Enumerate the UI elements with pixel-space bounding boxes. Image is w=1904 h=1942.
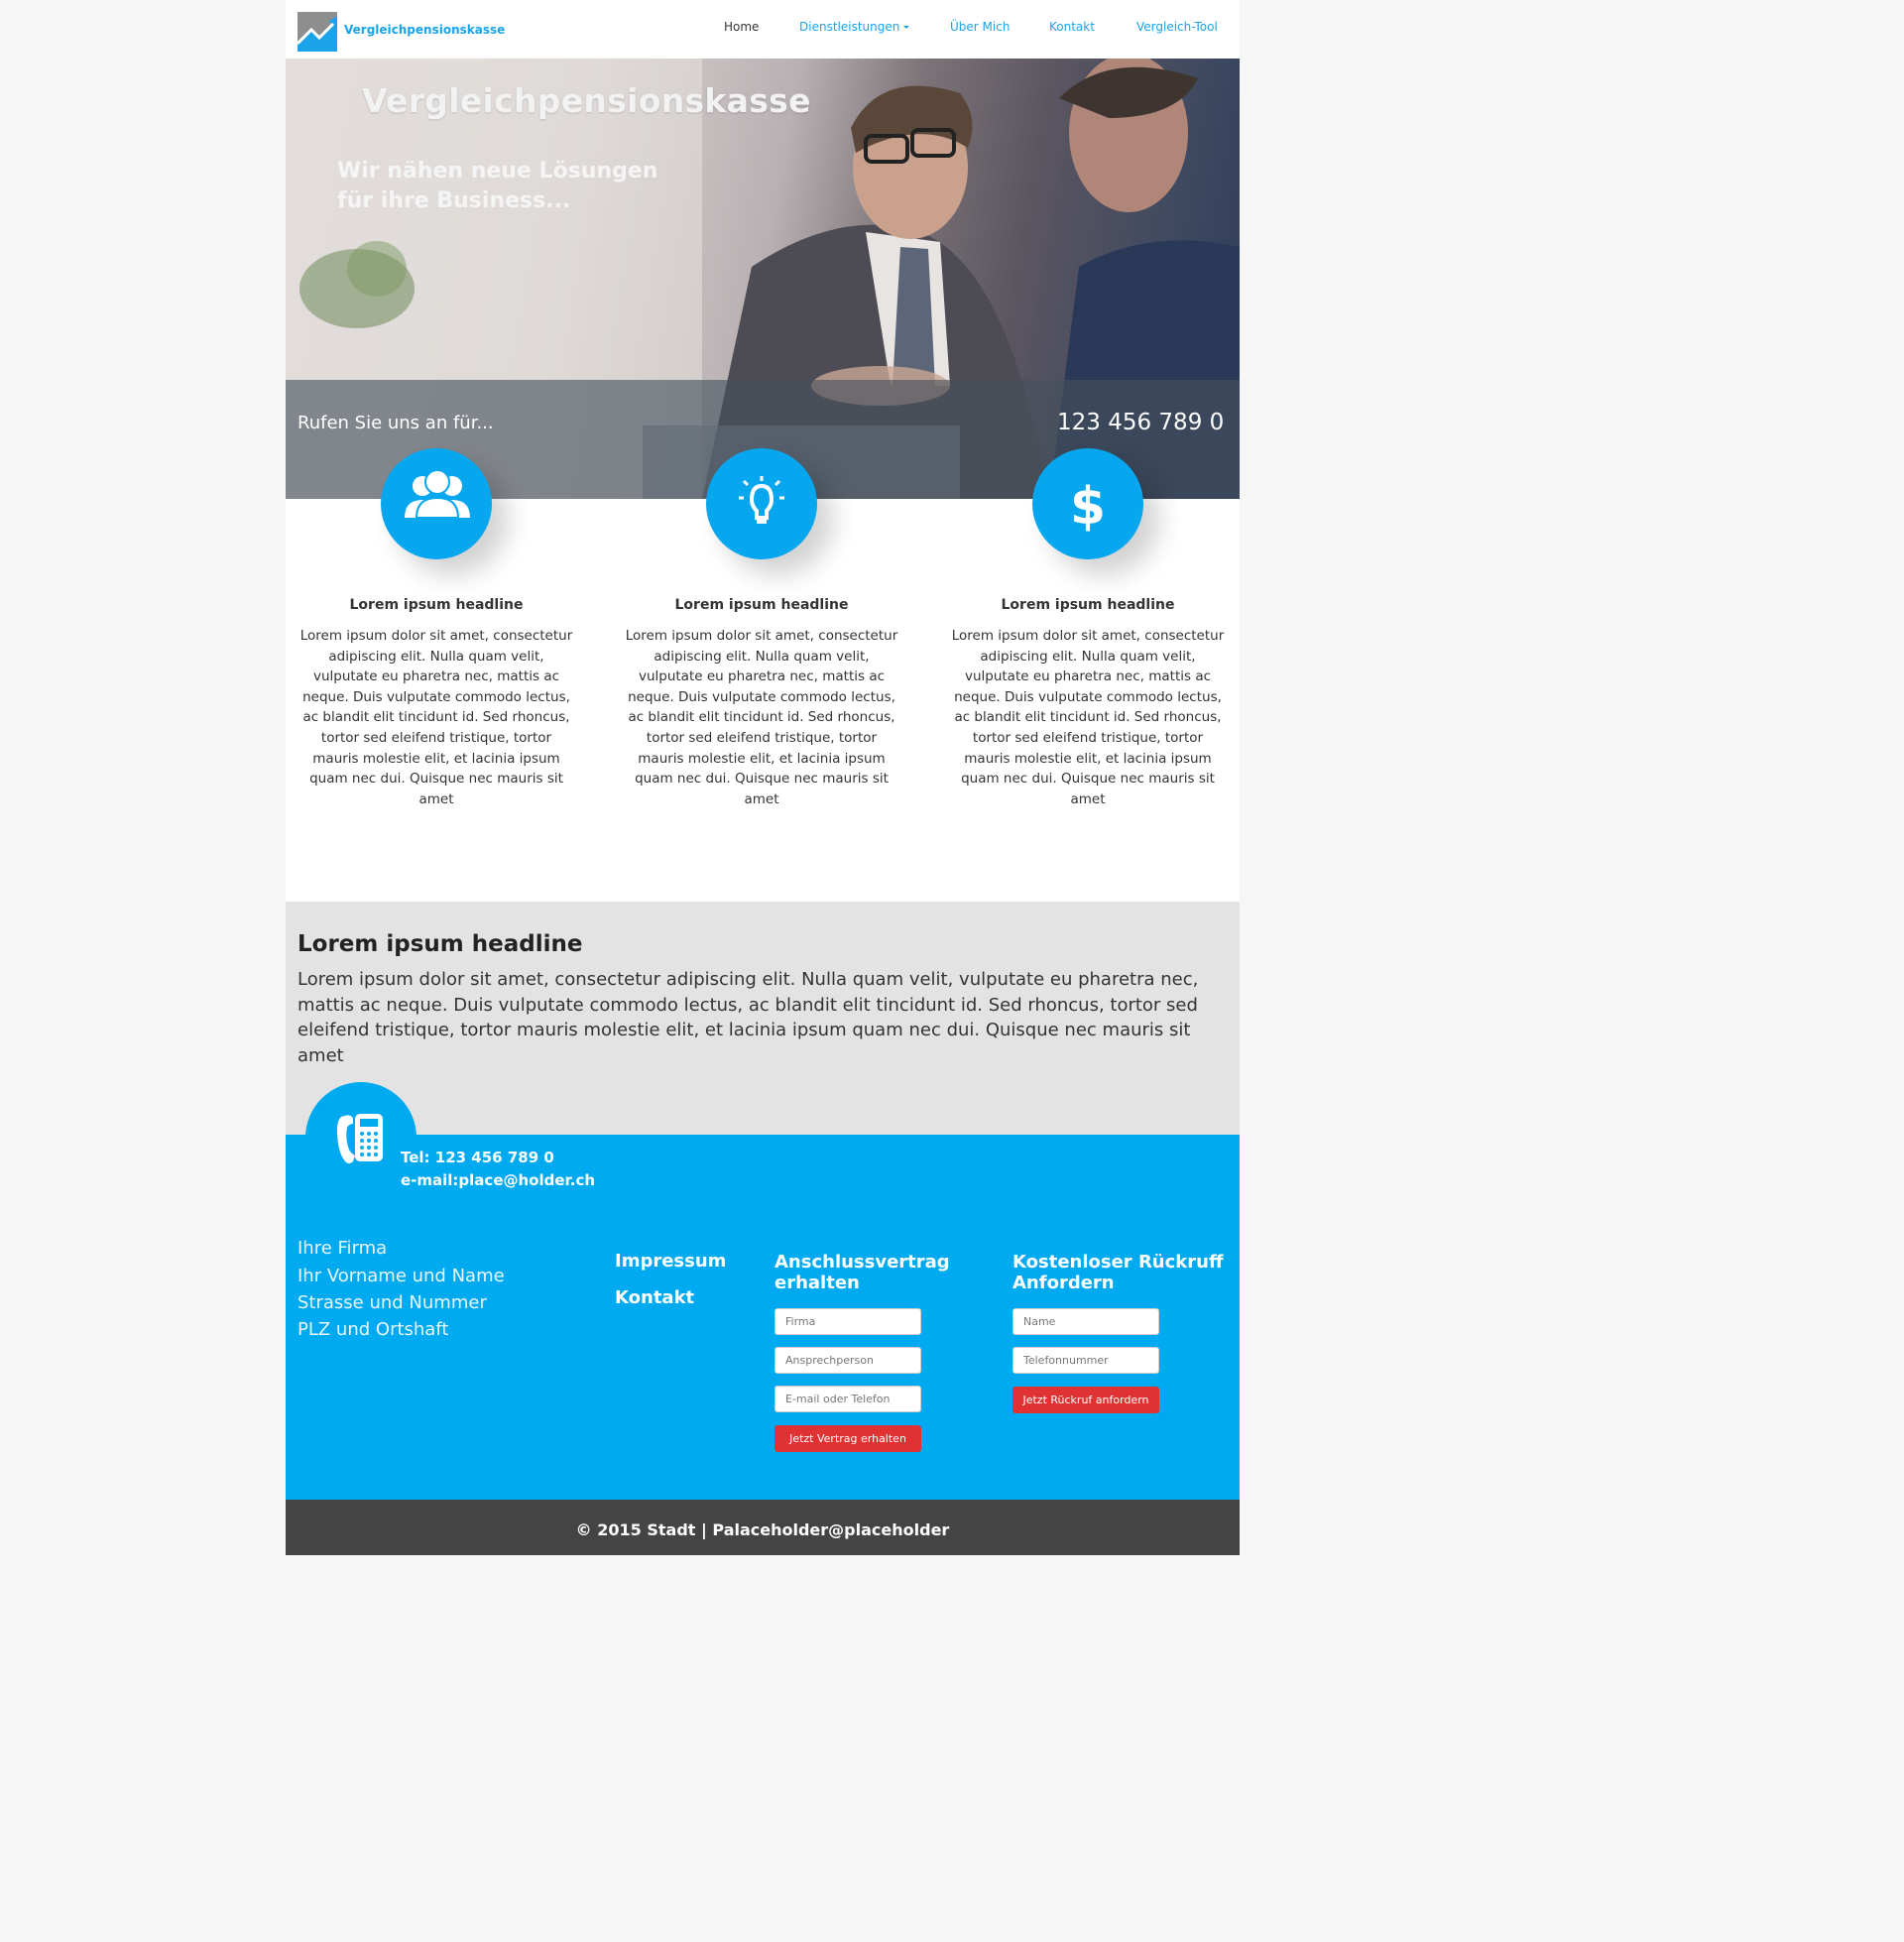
section-headline: Lorem ipsum headline: [298, 931, 583, 957]
call-number[interactable]: 123 456 789 0: [1057, 410, 1224, 435]
address-city: PLZ und Ortshaft: [298, 1319, 449, 1340]
rueckruf-anfordern-button[interactable]: Jetzt Rückruf anfordern: [1012, 1387, 1159, 1413]
page: Vergleichpensionskasse Home Dienstleistu…: [286, 0, 1240, 1555]
footer-link-kontakt[interactable]: Kontakt: [615, 1287, 694, 1308]
nav-dienstleistungen-label: Dienstleistungen: [799, 20, 900, 34]
hero-banner: Vergleichpensionskasse Wir nähen neue Lö…: [286, 59, 1240, 499]
contract-form-title-line-2: erhalten: [774, 1273, 860, 1293]
footer-link-impressum[interactable]: Impressum: [615, 1251, 726, 1272]
call-label: Rufen Sie uns an für...: [298, 413, 494, 433]
contract-form-title-line-1: Anschlussvertrag: [774, 1252, 950, 1273]
copyright: © 2015 Stadt | Palaceholder@placeholder: [575, 1520, 950, 1539]
vertrag-erhalten-button[interactable]: Jetzt Vertrag erhalten: [774, 1425, 921, 1452]
address-company: Ihre Firma: [298, 1238, 388, 1259]
dollar-icon: $: [1032, 448, 1143, 559]
callback-form-title-line-1: Kostenloser Rückruff: [1012, 1252, 1224, 1273]
feature-headline: Lorem ipsum headline: [674, 597, 849, 613]
nav-ueber-mich[interactable]: Über Mich: [950, 20, 1010, 34]
feature-text: Lorem ipsum dolor sit amet, consectetur …: [951, 628, 1225, 807]
nav-home[interactable]: Home: [724, 20, 759, 34]
contract-form-title: Anschlussvertrag erhalten: [774, 1252, 950, 1293]
address-street: Strasse und Nummer: [298, 1292, 487, 1313]
hero-subtitle-line-2: für ihre Business...: [337, 188, 571, 213]
hero-subtitle-line-1: Wir nähen neue Lösungen: [337, 159, 658, 183]
address-name: Ihr Vorname und Name: [298, 1266, 505, 1286]
callback-form-title-line-2: Anfordern: [1012, 1273, 1115, 1293]
caret-down-icon: [903, 26, 910, 29]
info-section: Lorem ipsum headline Lorem ipsum dolor s…: [286, 902, 1240, 1135]
ansprechperson-input[interactable]: [774, 1347, 921, 1374]
logo-chart-icon[interactable]: [298, 12, 337, 52]
telefonnummer-input[interactable]: [1012, 1347, 1159, 1374]
bottom-bar: © 2015 Stadt | Palaceholder@placeholder: [286, 1500, 1240, 1555]
feature-headline: Lorem ipsum headline: [1001, 597, 1175, 613]
name-input[interactable]: [1012, 1308, 1159, 1335]
nav-dienstleistungen[interactable]: Dienstleistungen: [799, 20, 910, 34]
feature-headline: Lorem ipsum headline: [349, 597, 524, 613]
people-icon: [381, 448, 492, 559]
brand-name[interactable]: Vergleichpensionskasse: [344, 23, 505, 37]
callback-form-title: Kostenloser Rückruff Anfordern: [1012, 1252, 1224, 1293]
hero-subtitle: Wir nähen neue Lösungen für ihre Busines…: [337, 157, 674, 216]
firma-input[interactable]: [774, 1308, 921, 1335]
section-text: Lorem ipsum dolor sit amet, consectetur …: [298, 969, 1199, 1066]
navbar: Vergleichpensionskasse Home Dienstleistu…: [286, 0, 1240, 59]
feature-text: Lorem ipsum dolor sit amet, consectetur …: [299, 628, 573, 807]
email-oder-telefon-input[interactable]: [774, 1386, 921, 1412]
svg-text:$: $: [1070, 477, 1106, 537]
footer-email[interactable]: e-mail:place@holder.ch: [401, 1171, 595, 1189]
feature-text: Lorem ipsum dolor sit amet, consectetur …: [625, 628, 898, 807]
nav-vergleich-tool[interactable]: Vergleich-Tool: [1136, 20, 1218, 34]
hero-title: Vergleichpensionskasse: [362, 81, 811, 120]
footer-tel[interactable]: Tel: 123 456 789 0: [401, 1149, 554, 1166]
lightbulb-icon: [706, 448, 817, 559]
nav-kontakt[interactable]: Kontakt: [1049, 20, 1095, 34]
